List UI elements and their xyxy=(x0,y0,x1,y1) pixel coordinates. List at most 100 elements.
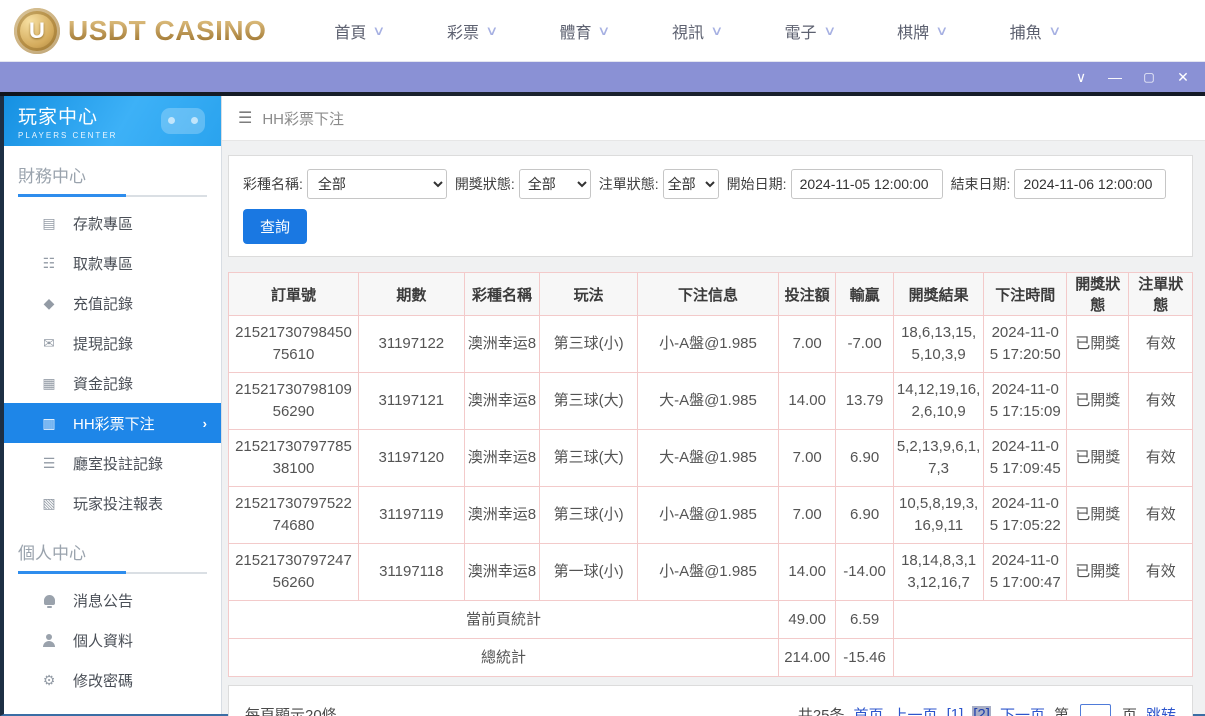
next-page-link[interactable]: 下一页 xyxy=(1000,704,1045,716)
col-draw-result: 開獎結果 xyxy=(893,273,984,316)
sidebar-item-label: 玩家投注報表 xyxy=(73,493,163,514)
cell-bet-status: 有效 xyxy=(1129,316,1193,373)
cell-winloss: -7.00 xyxy=(836,316,893,373)
cell-draw-status: 已開獎 xyxy=(1067,487,1129,544)
nav-label: 首頁 xyxy=(334,19,366,43)
sidebar-item-player-bet-report[interactable]: ▧ 玩家投注報表 xyxy=(4,483,221,523)
cell-bet-info: 小-A盤@1.985 xyxy=(637,544,778,601)
col-bet-time: 下注時間 xyxy=(984,273,1067,316)
page-1-link[interactable]: [1] xyxy=(947,706,964,716)
sidebar-item-funds-records[interactable]: ▦ 資金記錄 xyxy=(4,363,221,403)
section-title-finance: 財務中心 xyxy=(4,146,221,195)
cell-winloss: 13.79 xyxy=(836,373,893,430)
site-logo[interactable]: U USDT CASINO xyxy=(14,8,266,54)
sidebar-item-label: HH彩票下注 xyxy=(73,413,155,434)
nav-label: 彩票 xyxy=(447,19,479,43)
search-button[interactable]: 查詢 xyxy=(243,209,307,244)
col-draw-status: 開獎狀態 xyxy=(1067,273,1129,316)
report-chart-icon: ▧ xyxy=(40,495,58,512)
sidebar-item-deposit-zone[interactable]: ▤ 存款專區 xyxy=(4,203,221,243)
cell-result: 14,12,19,16,2,6,10,9 xyxy=(893,373,984,430)
page-summary-amount: 49.00 xyxy=(778,601,835,639)
start-date-input[interactable] xyxy=(791,169,943,199)
nav-item-sports[interactable]: 體育 ∨ xyxy=(559,19,609,43)
sidebar-item-withdrawal-records[interactable]: ✉ 提現記錄 xyxy=(4,323,221,363)
jump-prefix-text: 第 xyxy=(1054,704,1069,716)
cell-period: 31197122 xyxy=(358,316,464,373)
cell-time: 2024-11-05 17:00:47 xyxy=(984,544,1067,601)
table-row: 2152173079724756260 31197118 澳洲幸运8 第一球(小… xyxy=(229,544,1193,601)
window-dropdown-icon[interactable]: ∨ xyxy=(1071,62,1091,92)
room-list-icon: ☰ xyxy=(40,455,58,472)
cell-play: 第三球(大) xyxy=(540,373,638,430)
withdraw-hand-icon: ☷ xyxy=(40,255,58,272)
jump-suffix-text: 页 xyxy=(1122,704,1137,716)
page-title: HH彩票下注 xyxy=(262,108,344,129)
filter-panel: 彩種名稱: 全部 開獎狀態: 全部 注單狀態: 全部 開始日期: xyxy=(228,155,1193,257)
page-summary-label: 當前頁統計 xyxy=(229,601,779,639)
cell-time: 2024-11-05 17:09:45 xyxy=(984,430,1067,487)
cell-lottery: 澳洲幸运8 xyxy=(464,487,540,544)
sidebar-item-profile[interactable]: 個人資料 xyxy=(4,620,221,660)
nav-item-home[interactable]: 首頁 ∨ xyxy=(334,19,384,43)
col-bet-status: 注單狀態 xyxy=(1129,273,1193,316)
app-window: U USDT CASINO 首頁 ∨ 彩票 ∨ 體育 ∨ 視訊 ∨ 電子 xyxy=(0,0,1205,716)
chevron-down-icon: ∨ xyxy=(598,23,611,39)
cell-bet-status: 有效 xyxy=(1129,430,1193,487)
cell-order-id: 2152173079752274680 xyxy=(229,487,359,544)
nav-item-slots[interactable]: 電子 ∨ xyxy=(785,19,835,43)
sidebar-item-label: 消息公告 xyxy=(73,590,133,611)
jump-page-input[interactable] xyxy=(1080,704,1111,716)
col-period: 期數 xyxy=(358,273,464,316)
col-win-loss: 輸贏 xyxy=(836,273,893,316)
draw-status-select[interactable]: 全部 xyxy=(519,169,591,199)
sidebar-item-change-password[interactable]: ⚙ 修改密碼 xyxy=(4,660,221,700)
cell-result: 5,2,13,9,6,1,7,3 xyxy=(893,430,984,487)
nav-item-fishing[interactable]: 捕魚 ∨ xyxy=(1010,19,1060,43)
sidebar-item-room-bet-records[interactable]: ☰ 廳室投註記錄 xyxy=(4,443,221,483)
total-summary-row: 總統計 214.00 -15.46 xyxy=(229,639,1193,677)
bets-table: 訂單號 期數 彩種名稱 玩法 下注信息 投注額 輸贏 開獎結果 下注時間 開獎狀… xyxy=(228,272,1193,677)
nav-label: 電子 xyxy=(785,19,817,43)
end-date-input[interactable] xyxy=(1014,169,1166,199)
nav-item-board-games[interactable]: 棋牌 ∨ xyxy=(897,19,947,43)
window-maximize-icon[interactable]: ▢ xyxy=(1139,62,1159,92)
window-minimize-icon[interactable]: — xyxy=(1105,62,1125,92)
content-area: 玩家中心 PLAYERS CENTER 財務中心 ▤ 存款專區 ☷ 取款專區 ◆… xyxy=(0,96,1205,716)
first-page-link[interactable]: 首页 xyxy=(854,704,884,716)
bet-status-select[interactable]: 全部 xyxy=(663,169,719,199)
breadcrumb: ☰ HH彩票下注 xyxy=(222,96,1205,141)
total-summary-empty xyxy=(893,639,1192,677)
nav-item-lottery[interactable]: 彩票 ∨ xyxy=(447,19,497,43)
sidebar-item-announcements[interactable]: 消息公告 xyxy=(4,580,221,620)
lottery-name-select[interactable]: 全部 xyxy=(307,169,447,199)
table-row: 2152173079778538100 31197120 澳洲幸运8 第三球(大… xyxy=(229,430,1193,487)
sidebar-item-withdraw-zone[interactable]: ☷ 取款專區 xyxy=(4,243,221,283)
sidebar-item-hh-lottery-bets[interactable]: ▥ HH彩票下注 › xyxy=(4,403,221,443)
col-lottery-name: 彩種名稱 xyxy=(464,273,540,316)
total-summary-amount: 214.00 xyxy=(778,639,835,677)
sidebar-item-label: 提現記錄 xyxy=(73,333,133,354)
sidebar-item-recharge-records[interactable]: ◆ 充值記錄 xyxy=(4,283,221,323)
window-close-icon[interactable]: ✕ xyxy=(1173,62,1193,92)
cell-result: 10,5,8,19,3,16,9,11 xyxy=(893,487,984,544)
cell-bet-info: 小-A盤@1.985 xyxy=(637,316,778,373)
cell-play: 第三球(小) xyxy=(540,316,638,373)
chevron-down-icon: ∨ xyxy=(373,23,386,39)
total-summary-label: 總統計 xyxy=(229,639,779,677)
table-row: 2152173079752274680 31197119 澳洲幸运8 第三球(小… xyxy=(229,487,1193,544)
gamepad-icon xyxy=(161,108,205,134)
pagination-bar: 每頁顯示20條 共25条 首页 上一页 [1] [2] 下一页 第 页 跳转 xyxy=(228,685,1193,716)
cell-result: 18,6,13,15,5,10,3,9 xyxy=(893,316,984,373)
cell-winloss: 6.90 xyxy=(836,430,893,487)
cell-bet-status: 有效 xyxy=(1129,487,1193,544)
section-divider xyxy=(18,572,207,574)
cell-period: 31197118 xyxy=(358,544,464,601)
nav-item-live-video[interactable]: 視訊 ∨ xyxy=(672,19,722,43)
total-count-text: 共25条 xyxy=(798,704,845,716)
jump-button[interactable]: 跳转 xyxy=(1146,704,1176,716)
menu-icon[interactable]: ☰ xyxy=(238,108,252,128)
cell-draw-status: 已開獎 xyxy=(1067,430,1129,487)
page-2-current[interactable]: [2] xyxy=(972,706,991,716)
prev-page-link[interactable]: 上一页 xyxy=(893,704,938,716)
